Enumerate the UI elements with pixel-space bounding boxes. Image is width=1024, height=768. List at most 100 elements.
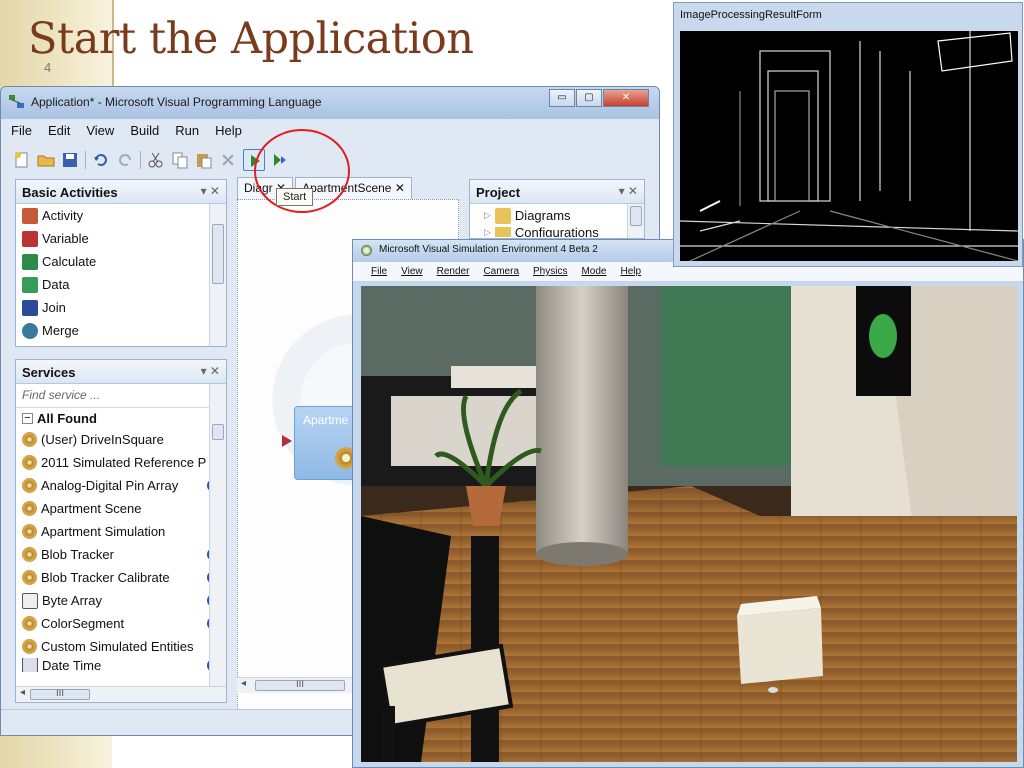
expand-icon[interactable]: ▷ [484, 227, 491, 237]
maximize-button[interactable]: ▢ [576, 89, 602, 107]
minimize-button[interactable]: ▭ [549, 89, 575, 107]
service-label: Blob Tracker Calibrate [41, 570, 170, 585]
service-gear-icon [22, 639, 37, 654]
all-found-group[interactable]: − All Found [16, 408, 226, 428]
pane-controls[interactable]: ▾ ✕ [619, 184, 638, 198]
paste-icon[interactable] [195, 151, 213, 169]
menu-file[interactable]: File [11, 123, 32, 143]
data-item[interactable]: Data [16, 273, 226, 296]
activity-item[interactable]: Activity [16, 204, 226, 227]
service-item[interactable]: Blob Tracker Calibratei [16, 566, 226, 589]
new-file-icon[interactable] [13, 151, 31, 169]
pane-controls[interactable]: ▾ ✕ [201, 364, 220, 378]
project-scrollbar[interactable] [627, 204, 644, 238]
project-item-configurations[interactable]: ▷ Configurations [470, 227, 644, 237]
close-tab-icon[interactable]: ✕ [395, 181, 405, 195]
service-item[interactable]: Blob Trackeri [16, 543, 226, 566]
ipr-window-title: ImageProcessingResultForm [680, 9, 822, 21]
service-item[interactable]: Custom Simulated Entities [16, 635, 226, 658]
open-folder-icon[interactable] [37, 151, 55, 169]
basic-activities-header: Basic Activities ▾ ✕ [16, 180, 226, 204]
service-label: (User) DriveInSquare [41, 432, 164, 447]
delete-icon[interactable] [219, 151, 237, 169]
sim-menu-view[interactable]: View [401, 266, 423, 277]
sim-menu-file[interactable]: File [371, 266, 387, 277]
calculate-item[interactable]: Calculate [16, 250, 226, 273]
service-gear-icon [22, 501, 37, 516]
scrollbar-thumb[interactable]: III [255, 680, 345, 691]
scrollbar-thumb[interactable] [212, 424, 224, 440]
image-processing-window: ImageProcessingResultForm [673, 2, 1023, 267]
scrollbar-thumb[interactable] [212, 224, 224, 284]
service-gear-icon [22, 616, 37, 631]
project-item-diagrams[interactable]: ▷ Diagrams [470, 204, 644, 227]
services-hscrollbar[interactable]: ◂ III [16, 686, 226, 702]
service-item[interactable]: 2011 Simulated Reference P [16, 451, 226, 474]
toolbar-separator [85, 151, 86, 169]
close-button[interactable]: ✕ [603, 89, 649, 107]
data-icon [22, 276, 38, 293]
service-item[interactable]: (User) DriveInSquare [16, 428, 226, 451]
service-label: Date Time [42, 658, 102, 672]
list-item-label: Merge [42, 323, 79, 338]
collapse-icon[interactable]: − [22, 412, 33, 424]
expand-icon[interactable]: ▷ [484, 210, 491, 221]
menu-edit[interactable]: Edit [48, 123, 70, 143]
node-input-pin[interactable] [282, 435, 292, 447]
activities-scrollbar[interactable] [209, 204, 226, 346]
simulation-window: Microsoft Visual Simulation Environment … [352, 239, 1024, 768]
sim-app-icon [361, 245, 372, 256]
cut-icon[interactable] [147, 151, 165, 169]
sim-menu-camera[interactable]: Camera [483, 266, 519, 277]
scrollbar-thumb[interactable]: III [30, 689, 90, 700]
list-item-label: Join [42, 300, 66, 315]
basic-activities-title: Basic Activities [22, 185, 118, 200]
activity-icon [22, 207, 38, 224]
service-item[interactable]: Apartment Scene [16, 497, 226, 520]
scrollbar-thumb[interactable] [630, 206, 642, 226]
vpl-menubar: File Edit View Build Run Help [11, 123, 242, 143]
undo-icon[interactable] [92, 151, 110, 169]
variable-item[interactable]: Variable [16, 227, 226, 250]
find-service-input[interactable]: Find service ... ✕ [16, 384, 226, 408]
sim-menu-physics[interactable]: Physics [533, 266, 567, 277]
pane-controls[interactable]: ▾ ✕ [201, 184, 220, 198]
services-scrollbar[interactable] [209, 384, 226, 686]
sim-menu-mode[interactable]: Mode [581, 266, 606, 277]
sim-window-title: Microsoft Visual Simulation Environment … [379, 244, 598, 255]
menu-run[interactable]: Run [175, 123, 199, 143]
service-item[interactable]: Analog-Digital Pin Arrayi [16, 474, 226, 497]
menu-build[interactable]: Build [130, 123, 159, 143]
service-item[interactable]: Date Timei [16, 658, 226, 672]
service-item[interactable]: ColorSegmenti [16, 612, 226, 635]
vpl-app-icon [9, 95, 24, 108]
service-item[interactable]: Apartment Simulation [16, 520, 226, 543]
menu-view[interactable]: View [86, 123, 114, 143]
canvas-hscrollbar[interactable]: ◂ III [237, 677, 357, 693]
menu-help[interactable]: Help [215, 123, 242, 143]
service-label: Apartment Scene [41, 501, 142, 516]
service-label: ColorSegment [41, 616, 125, 631]
service-gear-icon [22, 570, 37, 585]
vpl-toolbar [13, 147, 289, 173]
service-label: Analog-Digital Pin Array [41, 478, 179, 493]
join-item[interactable]: Join [16, 296, 226, 319]
merge-item[interactable]: Merge [16, 319, 226, 342]
project-item-label: Configurations [514, 227, 599, 237]
service-label: 2011 Simulated Reference P [41, 455, 207, 470]
redo-icon[interactable] [116, 151, 134, 169]
vpl-window-title: Application* - Microsoft Visual Programm… [31, 95, 322, 109]
list-item-label: Activity [42, 208, 84, 223]
group-label: All Found [37, 410, 97, 426]
copy-icon[interactable] [171, 151, 189, 169]
byte-array-icon [22, 592, 38, 609]
folder-icon [494, 207, 511, 224]
sim-menu-render[interactable]: Render [437, 266, 470, 277]
sim-menu-help[interactable]: Help [620, 266, 641, 277]
service-gear-icon [22, 432, 37, 447]
service-gear-icon [22, 478, 37, 493]
save-icon[interactable] [61, 151, 79, 169]
vpl-titlebar[interactable]: Application* - Microsoft Visual Programm… [1, 87, 659, 119]
simulation-3d-view[interactable] [361, 286, 1017, 762]
service-item[interactable]: Byte Arrayi [16, 589, 226, 612]
